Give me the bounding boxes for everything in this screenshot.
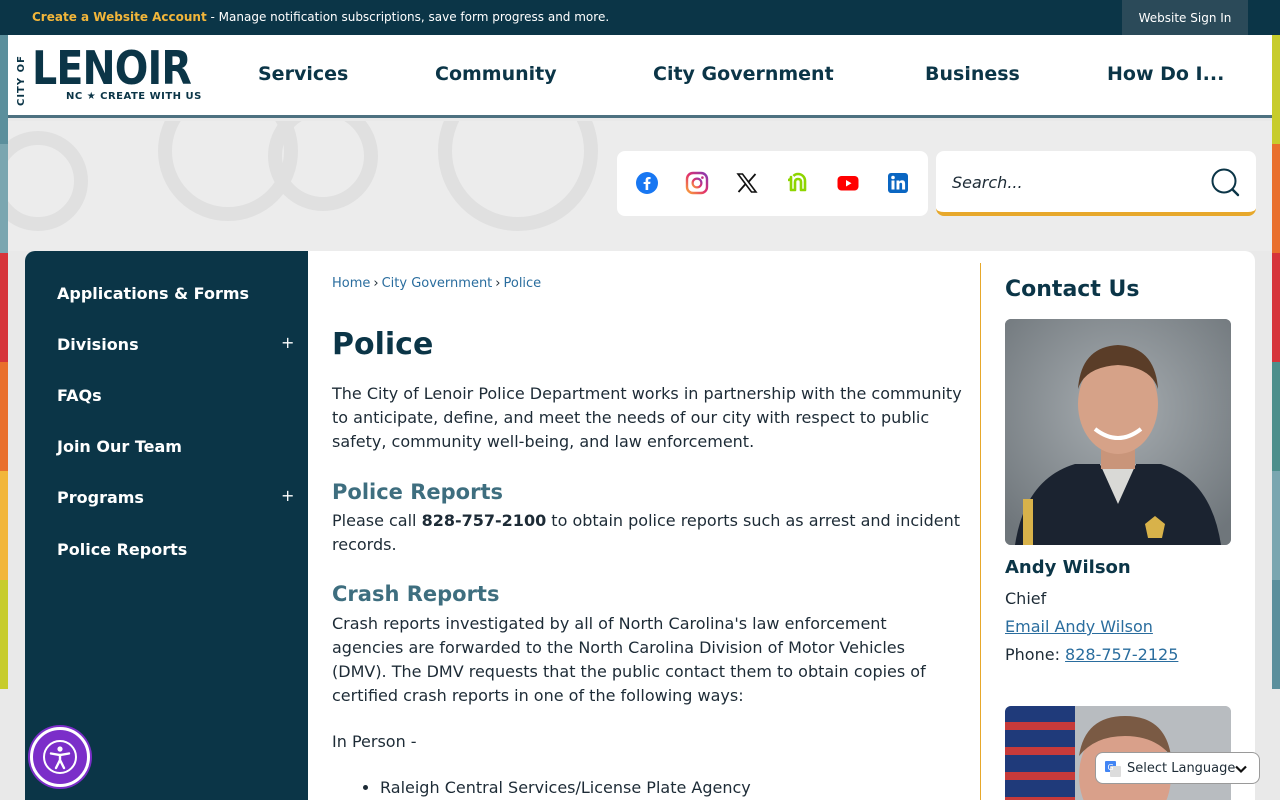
reports-text-pre: Please call	[332, 511, 422, 530]
contact-us-heading: Contact Us	[1005, 277, 1140, 302]
banner-pattern	[268, 121, 378, 211]
content-divider	[980, 263, 981, 800]
search-icon[interactable]	[1210, 167, 1240, 197]
sidebar-item-police-reports[interactable]: Police Reports	[57, 540, 187, 559]
contact-phone: Phone: 828-757-2125	[1005, 645, 1178, 664]
accessibility-icon	[43, 740, 77, 774]
contact-name: Andy Wilson	[1005, 557, 1131, 578]
breadcrumb-city-government[interactable]: City Government	[382, 276, 493, 291]
in-person-label: In Person -	[332, 732, 417, 751]
reports-phone: 828-757-2100	[421, 511, 547, 530]
contact-role: Chief	[1005, 589, 1047, 608]
google-translate-icon: G	[1105, 761, 1121, 777]
accessibility-button[interactable]	[30, 727, 90, 787]
crash-reports-heading: Crash Reports	[332, 582, 500, 606]
divisions-expand-icon[interactable]: +	[281, 333, 294, 352]
contact-phone-link[interactable]: 828-757-2125	[1065, 645, 1178, 664]
logo-name: LENOIR	[32, 41, 192, 95]
nav-services[interactable]: Services	[258, 63, 348, 85]
chevron-down-icon	[1235, 765, 1247, 774]
social-links	[617, 151, 928, 216]
sidebar-item-join-our-team[interactable]: Join Our Team	[57, 437, 182, 456]
nextdoor-icon[interactable]	[785, 171, 809, 195]
right-color-stripes	[1272, 35, 1280, 800]
sidebar-item-faqs[interactable]: FAQs	[57, 386, 102, 405]
account-message: Create a Website Account - Manage notifi…	[32, 10, 609, 24]
breadcrumb-separator: ›	[495, 276, 501, 291]
sidebar-nav: Applications & Forms Divisions + FAQs Jo…	[25, 251, 308, 800]
search-input[interactable]	[952, 169, 1202, 195]
search-box	[936, 151, 1256, 216]
list-item: Raleigh Central Services/License Plate A…	[380, 776, 751, 800]
in-person-list: Raleigh Central Services/License Plate A…	[380, 776, 751, 800]
lenoir-logo[interactable]: CITY OF LENOIR NC ★ CREATE WITH US	[16, 41, 202, 107]
nav-business[interactable]: Business	[925, 63, 1020, 85]
top-notification-bar: Create a Website Account - Manage notifi…	[0, 0, 1280, 35]
police-reports-paragraph: Please call 828-757-2100 to obtain polic…	[332, 509, 962, 557]
left-color-stripes	[0, 35, 8, 800]
breadcrumb-police[interactable]: Police	[503, 276, 541, 291]
svg-text:G: G	[1108, 763, 1114, 772]
banner-pattern	[8, 131, 88, 231]
main-panel: Applications & Forms Divisions + FAQs Jo…	[25, 251, 1255, 800]
facebook-icon[interactable]	[635, 171, 659, 195]
banner-pattern	[438, 121, 598, 231]
police-reports-heading: Police Reports	[332, 480, 503, 504]
breadcrumb-home[interactable]: Home	[332, 276, 370, 291]
instagram-icon[interactable]	[685, 171, 709, 195]
breadcrumb: Home › City Government › Police	[332, 276, 541, 291]
nav-how-do-i[interactable]: How Do I...	[1107, 63, 1224, 85]
nav-city-government[interactable]: City Government	[653, 63, 834, 85]
sidebar-item-divisions[interactable]: Divisions	[57, 335, 139, 354]
account-message-text: - Manage notification subscriptions, sav…	[206, 10, 610, 24]
logo-city-of: CITY OF	[16, 55, 27, 107]
linkedin-icon[interactable]	[886, 171, 910, 195]
logo-tagline: NC ★ CREATE WITH US	[66, 91, 202, 102]
crash-reports-paragraph: Crash reports investigated by all of Nor…	[332, 614, 926, 705]
programs-expand-icon[interactable]: +	[281, 486, 294, 505]
breadcrumb-separator: ›	[373, 276, 379, 291]
sidebar-item-applications-forms[interactable]: Applications & Forms	[57, 284, 249, 303]
website-sign-in-button[interactable]: Website Sign In	[1122, 0, 1248, 35]
youtube-icon[interactable]	[836, 171, 860, 195]
language-select[interactable]: G Select Language	[1095, 752, 1260, 784]
site-header: CITY OF LENOIR NC ★ CREATE WITH US Servi…	[8, 35, 1272, 118]
contact-phone-label: Phone:	[1005, 645, 1066, 664]
create-account-link[interactable]: Create a Website Account	[32, 10, 207, 24]
contact-email-link[interactable]: Email Andy Wilson	[1005, 617, 1153, 636]
language-select-label: Select Language	[1127, 761, 1236, 776]
chief-photo	[1005, 319, 1231, 545]
nav-community[interactable]: Community	[435, 63, 557, 85]
main-nav: Services Community City Government Busin…	[218, 35, 1268, 115]
page-title: Police	[332, 327, 434, 362]
intro-paragraph: The City of Lenoir Police Department wor…	[332, 384, 962, 451]
sidebar-item-programs[interactable]: Programs	[57, 488, 144, 507]
x-icon[interactable]	[735, 171, 759, 195]
